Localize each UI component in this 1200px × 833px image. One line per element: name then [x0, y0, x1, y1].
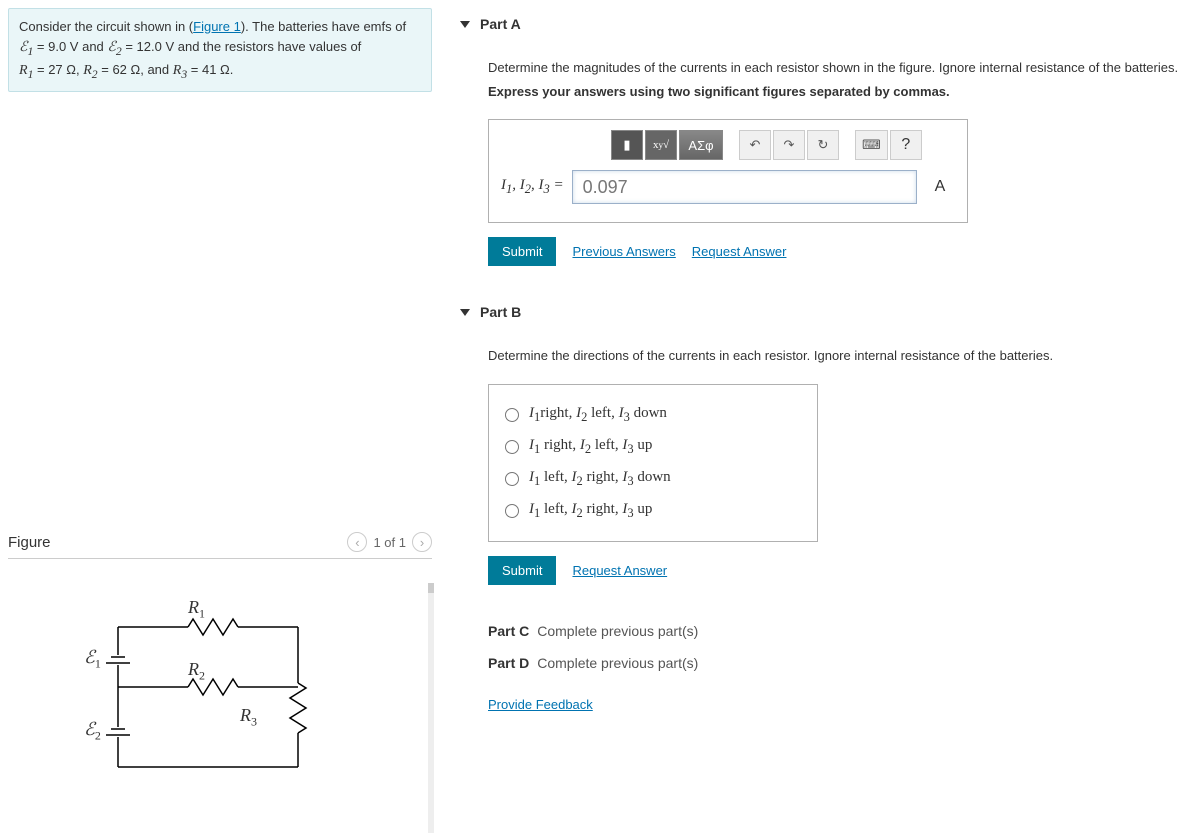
choice-1-radio[interactable]	[505, 408, 519, 422]
choice-1[interactable]: I1right, I2 left, I3 down	[505, 399, 801, 431]
figure-title: Figure	[8, 534, 51, 551]
provide-feedback[interactable]: Provide Feedback	[488, 697, 593, 712]
part-a-instr2: Express your answers using two significa…	[488, 82, 1192, 102]
choice-3-radio[interactable]	[505, 472, 519, 486]
choice-2[interactable]: I1 right, I2 left, I3 up	[505, 431, 801, 463]
pager-next[interactable]: ›	[412, 532, 432, 552]
tool-menu[interactable]: ▮	[611, 130, 643, 160]
tool-redo[interactable]: ↷	[773, 130, 805, 160]
collapse-icon	[460, 21, 470, 28]
tool-template[interactable]: xy√	[645, 130, 677, 160]
figure-link[interactable]: Figure 1	[193, 19, 241, 34]
part-b-title: Part B	[480, 304, 521, 320]
tool-undo[interactable]: ↶	[739, 130, 771, 160]
part-a-title: Part A	[480, 16, 521, 32]
choice-2-radio[interactable]	[505, 440, 519, 454]
part-c: Part CComplete previous part(s)	[460, 615, 1192, 647]
answer-input[interactable]	[572, 170, 917, 204]
part-a-prev-answers[interactable]: Previous Answers	[572, 244, 675, 259]
choices-box: I1right, I2 left, I3 down I1 right, I2 l…	[488, 384, 818, 542]
tool-help[interactable]: ?	[890, 130, 922, 160]
problem-statement: Consider the circuit shown in (Figure 1)…	[8, 8, 432, 92]
tool-greek[interactable]: ΑΣφ	[679, 130, 723, 160]
part-b-submit[interactable]: Submit	[488, 556, 556, 585]
choice-3[interactable]: I1 left, I2 right, I3 down	[505, 463, 801, 495]
part-b-instr: Determine the directions of the currents…	[488, 346, 1192, 366]
pager-text: 1 of 1	[373, 535, 406, 550]
part-d: Part DComplete previous part(s)	[460, 647, 1192, 679]
collapse-icon	[460, 309, 470, 316]
figure-scrollbar[interactable]	[428, 583, 434, 833]
tool-keyboard[interactable]: ⌨	[855, 130, 888, 160]
part-a-request-answer[interactable]: Request Answer	[692, 244, 787, 259]
part-a-header[interactable]: Part A	[460, 8, 1192, 40]
choice-4[interactable]: I1 left, I2 right, I3 up	[505, 495, 801, 527]
answer-box-a: ▮ xy√ ΑΣφ ↶ ↷ ↻ ⌨ ? I1, I2, I3 =	[488, 119, 968, 223]
tool-reset[interactable]: ↻	[807, 130, 839, 160]
answer-unit: A	[925, 170, 955, 204]
answer-label: I1, I2, I3 =	[501, 177, 564, 197]
figure-pager: ‹ 1 of 1 ›	[347, 532, 432, 552]
part-a-instr1: Determine the magnitudes of the currents…	[488, 58, 1192, 78]
figure-canvas: R1 R2 R3 ℰ1 ℰ2	[8, 587, 432, 807]
part-a-submit[interactable]: Submit	[488, 237, 556, 266]
part-b-header[interactable]: Part B	[460, 296, 1192, 328]
part-b-request-answer[interactable]: Request Answer	[572, 563, 667, 578]
pager-prev[interactable]: ‹	[347, 532, 367, 552]
choice-4-radio[interactable]	[505, 504, 519, 518]
